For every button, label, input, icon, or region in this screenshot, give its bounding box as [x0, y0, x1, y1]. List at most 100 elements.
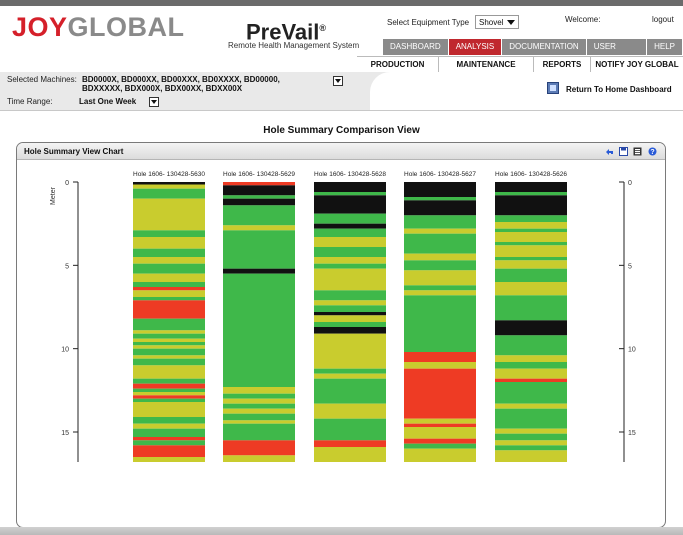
- hole-3-segment-13: [404, 362, 476, 369]
- tab-analysis[interactable]: ANALYSIS: [448, 39, 503, 55]
- time-range-dropdown-button[interactable]: [149, 97, 159, 107]
- product-name: PreVail®: [246, 19, 327, 45]
- hole-1-segment-1: [223, 185, 295, 196]
- hole-4-segment-27: [495, 450, 567, 462]
- hole-2-segment-18: [314, 333, 386, 369]
- back-icon[interactable]: [605, 147, 614, 156]
- hole-1-segment-18: [223, 455, 295, 462]
- y-axis-label: Meter: [50, 186, 57, 205]
- logout-link[interactable]: logout: [652, 15, 674, 24]
- equipment-type-select[interactable]: Shovel: [475, 15, 519, 29]
- hole-4-segment-13: [495, 295, 567, 321]
- hole-4-segment-0: [495, 182, 567, 192]
- tab-documentation[interactable]: DOCUMENTATION: [502, 39, 587, 55]
- left-tick-label-10: 10: [61, 347, 69, 354]
- hole-2-segment-5: [314, 228, 386, 237]
- hole-1-segment-0: [223, 182, 295, 186]
- hole-4-segment-22: [495, 408, 567, 429]
- tab-user-details[interactable]: USER DETAILS: [586, 39, 648, 67]
- hole-0-segment-30: [133, 398, 205, 402]
- hole-0-segment-13: [133, 297, 205, 301]
- hole-0-segment-4: [133, 230, 205, 237]
- hole-3-segment-18: [404, 438, 476, 444]
- dashboard-home-icon[interactable]: [547, 82, 559, 94]
- main-nav: DASHBOARD ANALYSIS DOCUMENTATION USER DE…: [383, 39, 683, 67]
- hole-1-segment-7: [223, 268, 295, 274]
- hole-label-0: Hole 1606- 130428-5630: [133, 171, 205, 178]
- subtab-reports[interactable]: REPORTS: [534, 57, 591, 73]
- hole-0-segment-32: [133, 417, 205, 424]
- subtab-production[interactable]: PRODUCTION: [357, 57, 439, 73]
- save-icon[interactable]: [619, 147, 628, 156]
- right-tick-label-15: 15: [628, 430, 636, 437]
- hole-1-segment-9: [223, 387, 295, 394]
- hole-1-segment-8: [223, 273, 295, 387]
- right-tick-label-5: 5: [628, 263, 632, 270]
- hole-0-segment-25: [133, 378, 205, 384]
- hole-0-segment-36: [133, 440, 205, 446]
- hole-4-segment-24: [495, 433, 567, 441]
- hole-3-segment-17: [404, 427, 476, 439]
- hole-1-segment-15: [223, 420, 295, 424]
- hole-2-segment-3: [314, 213, 386, 224]
- hole-2-segment-14: [314, 312, 386, 316]
- left-tick-label-5: 5: [65, 263, 69, 270]
- product-subtitle: Remote Health Management System: [228, 41, 360, 50]
- hole-2-segment-22: [314, 403, 386, 419]
- hole-2-segment-15: [314, 315, 386, 322]
- hole-4-segment-11: [495, 268, 567, 282]
- hole-3-segment-8: [404, 270, 476, 286]
- hole-label-1: Hole 1606- 130428-5629: [223, 171, 295, 178]
- hole-3-segment-0: [404, 182, 476, 197]
- hole-0-segment-8: [133, 263, 205, 274]
- hole-0-segment-22: [133, 355, 205, 359]
- help-icon[interactable]: ?: [648, 147, 657, 156]
- hole-0-segment-11: [133, 287, 205, 291]
- hole-2-segment-10: [314, 268, 386, 291]
- subtab-maintenance[interactable]: MAINTENANCE: [439, 57, 534, 73]
- hole-0-segment-20: [133, 345, 205, 349]
- subtab-notify-joy-global[interactable]: NOTIFY JOY GLOBAL: [591, 57, 683, 73]
- hole-3-segment-3: [404, 215, 476, 229]
- hole-3-segment-12: [404, 352, 476, 362]
- hole-4-segment-17: [495, 362, 567, 369]
- hole-2-segment-9: [314, 263, 386, 269]
- hole-4-segment-5: [495, 228, 567, 232]
- equipment-type-value: Shovel: [479, 18, 504, 27]
- hole-2-segment-17: [314, 327, 386, 334]
- machines-dropdown-button[interactable]: [333, 76, 343, 86]
- hole-0-segment-9: [133, 273, 205, 282]
- hole-1-segment-2: [223, 195, 295, 199]
- hole-0-segment-15: [133, 318, 205, 331]
- hole-3-segment-10: [404, 290, 476, 296]
- hole-0-segment-33: [133, 423, 205, 429]
- sub-nav: PRODUCTION MAINTENANCE REPORTS NOTIFY JO…: [357, 56, 683, 73]
- hole-0-segment-37: [133, 445, 205, 457]
- hole-0-segment-7: [133, 257, 205, 264]
- hole-1-segment-3: [223, 198, 295, 206]
- export-icon[interactable]: [633, 147, 642, 156]
- hole-3-segment-15: [404, 418, 476, 424]
- hole-3-segment-7: [404, 260, 476, 271]
- tab-dashboard[interactable]: DASHBOARD: [383, 39, 449, 55]
- hole-4-segment-8: [495, 245, 567, 257]
- hole-2-segment-1: [314, 192, 386, 196]
- hole-4-segment-2: [495, 195, 567, 216]
- hole-4-segment-16: [495, 355, 567, 362]
- hole-4-segment-14: [495, 320, 567, 336]
- bottom-bar: [0, 527, 683, 535]
- hole-0-segment-5: [133, 237, 205, 249]
- hole-0-segment-23: [133, 358, 205, 366]
- page-title: Hole Summary Comparison View: [263, 125, 420, 136]
- return-home-link[interactable]: Return To Home Dashboard: [566, 85, 672, 94]
- hole-2-segment-12: [314, 300, 386, 306]
- hole-0-segment-28: [133, 392, 205, 396]
- hole-1-segment-4: [223, 205, 295, 226]
- tab-help[interactable]: HELP: [647, 39, 683, 55]
- right-tick-label-0: 0: [628, 180, 632, 187]
- hole-label-2: Hole 1606- 130428-5628: [314, 171, 386, 178]
- hole-2-segment-21: [314, 378, 386, 404]
- hole-0-segment-27: [133, 388, 205, 392]
- hole-2-segment-20: [314, 373, 386, 379]
- svg-text:?: ?: [650, 149, 654, 156]
